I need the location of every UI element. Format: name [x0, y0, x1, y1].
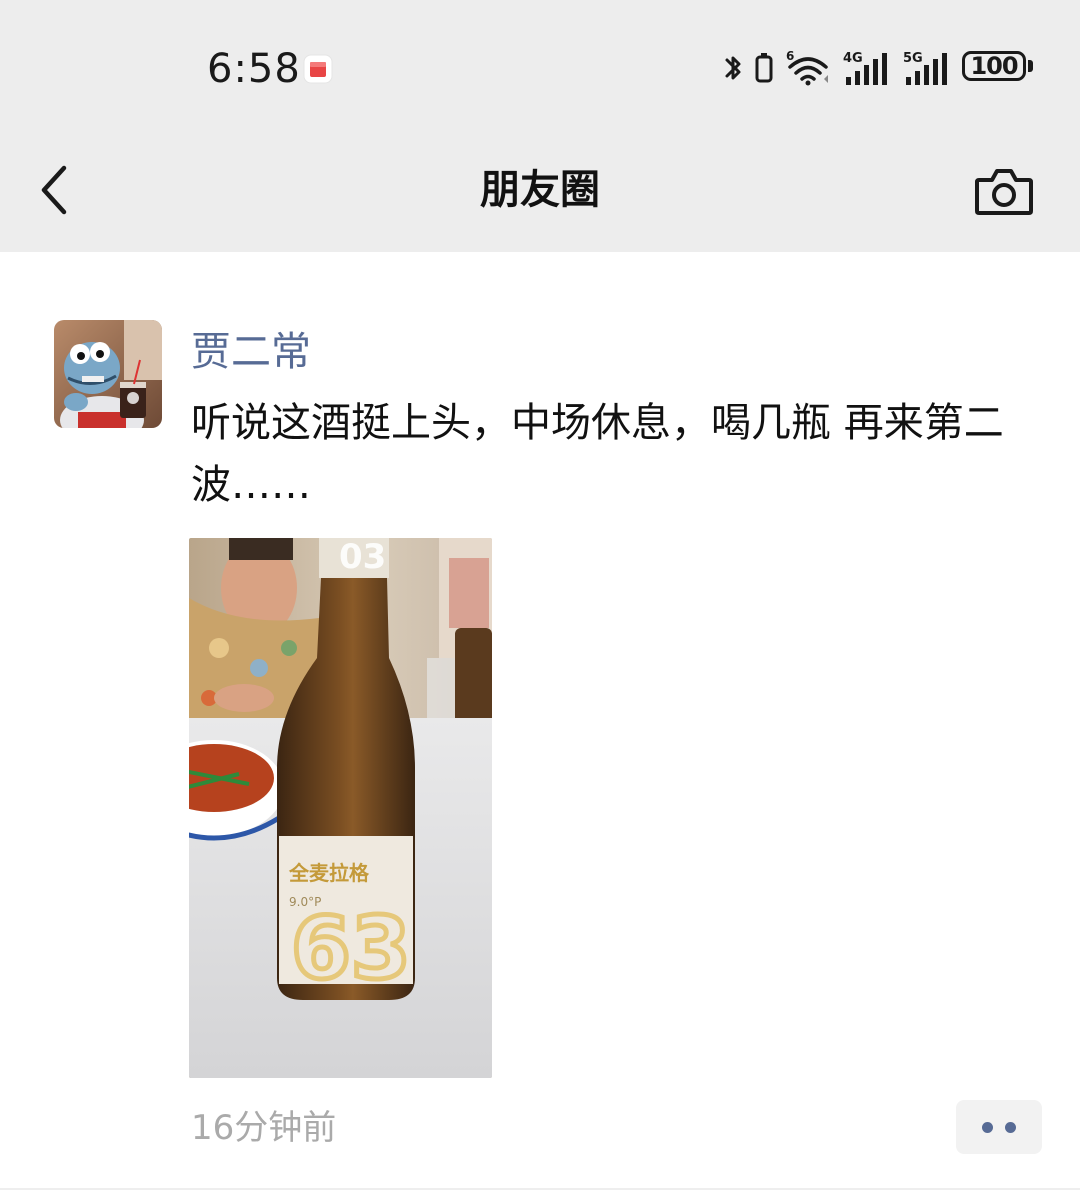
author-name[interactable]: 贾二常 — [191, 326, 311, 378]
bottle-number: 63 — [291, 899, 411, 999]
network-label-4g: 4G — [843, 51, 863, 66]
svg-text:03: 03 — [339, 538, 386, 577]
status-icons: 6 4G 5G 100 — [724, 48, 1034, 88]
more-button[interactable] — [956, 1100, 1042, 1154]
moment-post: 贾二常 听说这酒挺上头，中场休息，喝几瓶 再来第二波…… 03 全麦拉格 9.0… — [0, 252, 1080, 1194]
wifi-label: 6 — [786, 49, 794, 63]
camera-button[interactable] — [972, 164, 1036, 220]
bottle-label: 全麦拉格 — [288, 861, 370, 885]
nav-bar: 朋友圈 — [0, 140, 1080, 252]
page-title: 朋友圈 — [480, 167, 600, 213]
vibrate-icon — [755, 53, 773, 83]
divider — [0, 1188, 1080, 1190]
more-dots-icon — [982, 1121, 993, 1133]
wifi-icon: 6 — [786, 49, 828, 86]
cellular-signal-icon: 5G — [903, 51, 947, 85]
post-photo[interactable]: 03 全麦拉格 9.0°P 63 — [189, 538, 492, 1078]
camera-icon — [975, 169, 1033, 215]
post-text: 听说这酒挺上头，中场休息，喝几瓶 再来第二波…… — [191, 400, 1004, 508]
bluetooth-icon — [725, 56, 741, 80]
cellular-signal-icon: 4G — [843, 51, 887, 85]
avatar[interactable] — [54, 320, 162, 428]
app-notification-icon — [303, 54, 333, 84]
battery-icon: 100 — [962, 51, 1034, 85]
more-dots-icon — [1005, 1121, 1016, 1133]
network-label-5g: 5G — [903, 51, 923, 66]
post-timestamp: 16分钟前 — [191, 1108, 337, 1148]
status-time: 6:58 — [207, 46, 301, 92]
battery-level: 100 — [970, 52, 1018, 80]
status-bar: 6:58 6 4G 5G 100 — [0, 0, 1080, 140]
